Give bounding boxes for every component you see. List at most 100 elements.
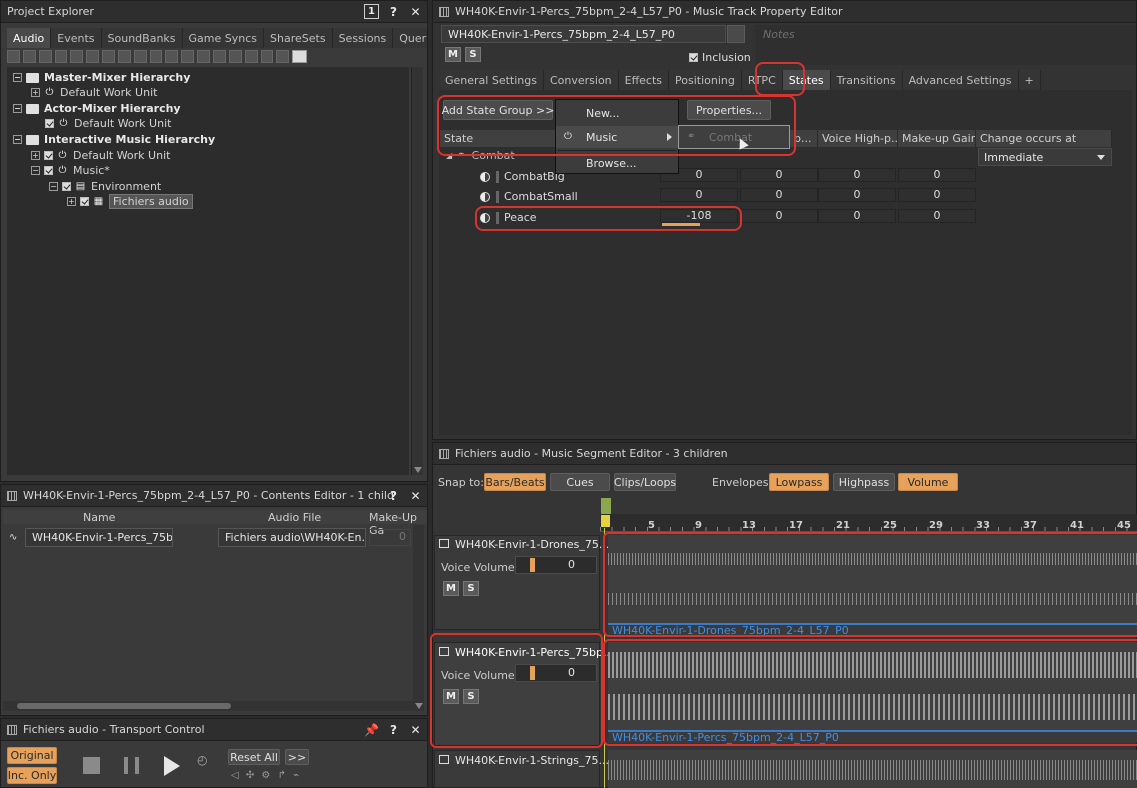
pre-entry-marker[interactable] <box>601 515 610 527</box>
tree-item[interactable]: ⏻ Default Work Unit <box>45 116 171 131</box>
toolbar-icon[interactable] <box>228 50 242 63</box>
tree-item[interactable]: − Interactive Music Hierarchy <box>13 132 215 147</box>
fader-handle-icon[interactable] <box>530 558 535 572</box>
state-value-cell[interactable]: -108 <box>660 209 738 223</box>
toolbar-icon[interactable] <box>276 50 290 63</box>
column-header-name[interactable]: Name <box>83 511 115 524</box>
reset-timer-icon[interactable]: ◴ <box>197 753 207 767</box>
column-header-makeup-gain[interactable]: Make-up Gain <box>898 130 976 147</box>
toolbar-icon[interactable] <box>7 50 20 63</box>
track-waveform[interactable] <box>608 750 1137 788</box>
envelope-highpass-button[interactable]: Highpass <box>833 473 895 491</box>
menu-item-new[interactable]: New... <box>556 102 678 124</box>
audio-file-field[interactable]: Fichiers audio\WH40K-En... <box>218 528 366 547</box>
expand-icon[interactable]: + <box>31 88 40 97</box>
state-value-cell[interactable]: 0 <box>898 209 976 223</box>
tab-queries[interactable]: Queries <box>393 28 427 48</box>
solo-button[interactable]: S <box>463 581 479 596</box>
toolbar-icon[interactable] <box>181 50 195 63</box>
state-value-cell[interactable]: 0 <box>818 168 896 182</box>
tab-sessions[interactable]: Sessions <box>332 28 394 48</box>
tab-events[interactable]: Events <box>51 28 102 48</box>
inclusion-checkbox[interactable] <box>80 197 89 206</box>
snap-clips-loops-button[interactable]: Clips/Loops <box>614 473 676 491</box>
voice-volume-fader[interactable]: 0 <box>515 664 597 682</box>
name-options-icon[interactable] <box>727 25 745 43</box>
tab-conversion[interactable]: Conversion <box>543 70 619 90</box>
toolbar-icon[interactable] <box>70 50 84 63</box>
entry-cue-marker[interactable] <box>601 498 611 514</box>
collapse-icon[interactable]: − <box>13 104 22 113</box>
notes-field[interactable]: Notes <box>755 25 1136 65</box>
tab-effects[interactable]: Effects <box>618 70 670 90</box>
toolbar-icon[interactable] <box>149 50 163 63</box>
envelope-volume-button[interactable]: Volume <box>898 473 958 491</box>
tree-item-selected[interactable]: + ▦ Fichiers audio <box>67 194 193 209</box>
toolbar-icon[interactable] <box>244 50 258 63</box>
mute-button[interactable]: M <box>445 47 461 62</box>
mute-button[interactable]: M <box>443 581 459 596</box>
toolbar-icon[interactable] <box>292 50 307 63</box>
change-occurs-dropdown[interactable]: Immediate <box>978 148 1112 166</box>
vertical-scrollbar[interactable] <box>411 67 423 475</box>
clip-name[interactable]: WH40K-Envir-1-Percs_75bpm_2-4_L57_P0 <box>608 730 1137 743</box>
tab-transitions[interactable]: Transitions <box>830 70 903 90</box>
timeline-ruler[interactable] <box>600 514 1137 532</box>
inclusion-checkbox[interactable] <box>44 151 53 160</box>
toolbar-icon[interactable] <box>133 50 147 63</box>
fader-handle-icon[interactable] <box>530 666 535 680</box>
track-waveform[interactable] <box>608 535 1137 623</box>
toolbar-icon[interactable] <box>38 50 52 63</box>
inclusion-checkbox[interactable] <box>62 182 71 191</box>
tree-item[interactable]: − ▤ Environment <box>49 179 161 194</box>
expand-icon[interactable]: + <box>67 197 76 206</box>
tree-item[interactable]: − Master-Mixer Hierarchy <box>13 70 190 85</box>
close-icon[interactable]: ✕ <box>408 488 423 503</box>
tree-item[interactable]: + ⏻ Default Work Unit <box>31 148 170 163</box>
tab-soundbanks[interactable]: SoundBanks <box>101 28 183 48</box>
add-state-group-button[interactable]: Add State Group >> <box>442 100 554 120</box>
track-waveform[interactable] <box>608 642 1137 730</box>
inclusion-checkbox[interactable] <box>45 119 54 128</box>
state-value-cell[interactable]: 0 <box>898 168 976 182</box>
solo-button[interactable]: S <box>463 689 479 704</box>
toolbar-icon[interactable] <box>102 50 115 63</box>
close-icon[interactable]: ✕ <box>408 4 423 19</box>
mute-button[interactable]: M <box>443 689 459 704</box>
object-name-field[interactable]: WH40K-Envir-1-Percs_75bpm_2-4_L57_P0 <box>441 25 726 43</box>
column-header-p[interactable]: p... <box>790 130 818 147</box>
solo-button[interactable]: S <box>465 47 481 62</box>
state-value-cell[interactable]: 0 <box>898 188 976 202</box>
track-header-selected[interactable]: WH40K-Envir-1-Percs_75bp... Voice Volume… <box>434 642 613 746</box>
tab-game-syncs[interactable]: Game Syncs <box>182 28 265 48</box>
scroll-thumb[interactable] <box>17 703 231 709</box>
clip-name[interactable]: WH40K-Envir-1-Drones_75bpm_2-4_L57_P0 <box>608 623 1137 636</box>
tree-item[interactable]: + ⏻ Default Work Unit <box>31 85 157 100</box>
inclusion-checkbox-row[interactable]: Inclusion <box>689 51 751 64</box>
pause-icon[interactable] <box>124 757 139 774</box>
source-name-field[interactable]: WH40K-Envir-1-Percs_75bp <box>25 528 173 547</box>
column-header-audio-file[interactable]: Audio File <box>268 511 321 524</box>
expand-icon[interactable]: + <box>31 151 40 160</box>
state-row[interactable]: Peace <box>480 211 537 224</box>
state-value-cell[interactable]: 0 <box>740 209 818 223</box>
tab-rtpc[interactable]: RTPC <box>741 70 783 90</box>
reset-all-button[interactable]: Reset All <box>228 749 280 765</box>
tree-item[interactable]: − ⏻ Music* <box>31 163 110 178</box>
collapse-icon[interactable]: − <box>49 182 58 191</box>
help-icon[interactable]: ? <box>386 722 401 737</box>
state-row[interactable]: CombatBig <box>480 170 565 183</box>
more-button[interactable]: >> <box>285 749 309 765</box>
state-row[interactable]: CombatSmall <box>480 190 578 203</box>
tab-positioning[interactable]: Positioning <box>669 70 742 90</box>
collapse-triangle-icon[interactable]: ◢ <box>446 151 452 160</box>
tab-sharesets[interactable]: ShareSets <box>264 28 333 48</box>
tab-add[interactable]: + <box>1018 70 1041 90</box>
tab-states[interactable]: States <box>782 70 831 90</box>
toolbar-icon[interactable] <box>197 50 210 63</box>
horizontal-scrollbar[interactable] <box>3 701 413 711</box>
state-group-row[interactable]: ◢ ⚭ Combat <box>446 149 515 162</box>
toolbar-icon[interactable] <box>54 50 68 63</box>
menu-item-browse[interactable]: Browse... <box>556 152 678 174</box>
state-value-cell[interactable]: 0 <box>660 188 738 202</box>
